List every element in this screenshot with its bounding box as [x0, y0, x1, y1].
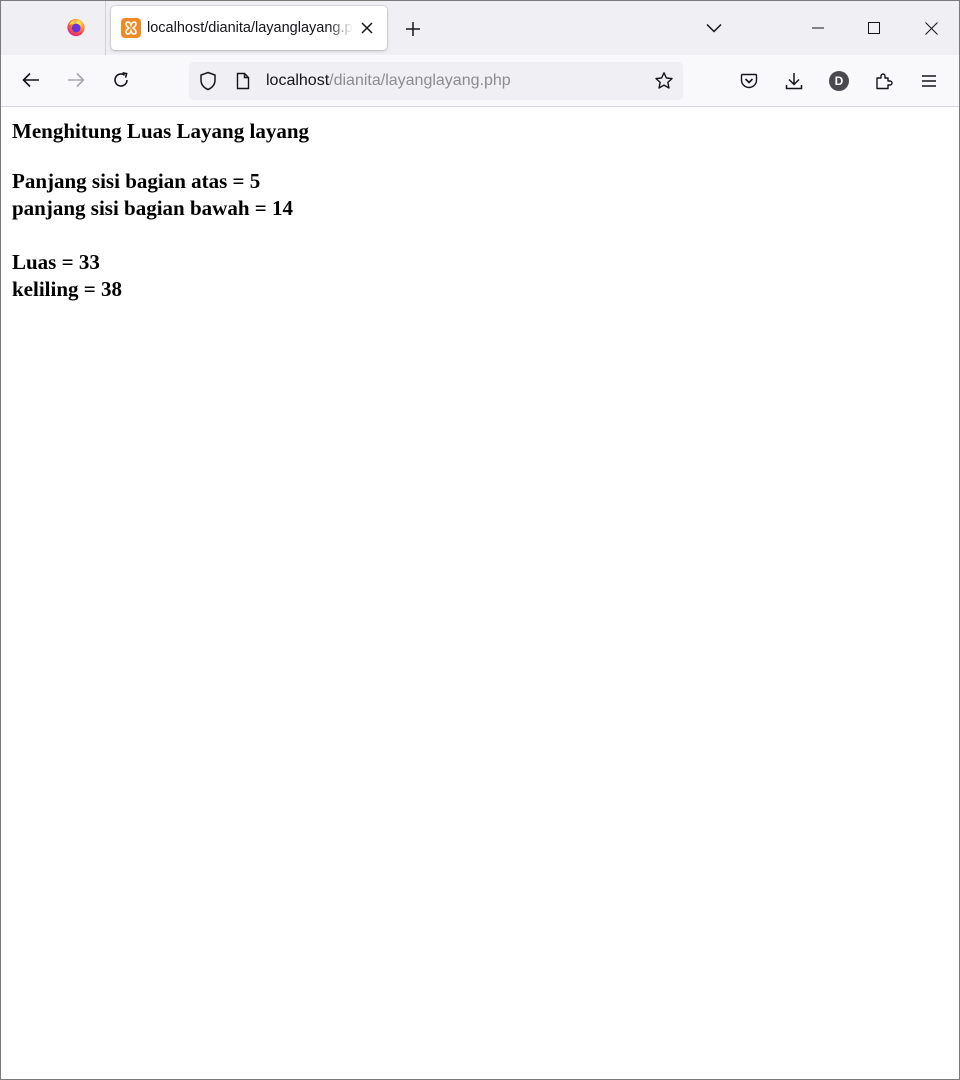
tab-title: localhost/dianita/layanglayang.php — [147, 20, 353, 36]
maximize-icon — [868, 22, 880, 34]
pocket-icon — [740, 73, 758, 89]
download-icon — [785, 73, 803, 90]
back-button[interactable] — [15, 64, 47, 96]
arrow-right-icon — [68, 72, 85, 88]
menu-icon — [922, 75, 936, 87]
shield-icon — [200, 71, 216, 91]
perimeter-result: keliling = 38 — [12, 277, 122, 301]
tab-close-button[interactable] — [357, 18, 377, 38]
site-info-button[interactable] — [233, 70, 253, 92]
reload-button[interactable] — [105, 64, 137, 96]
chevron-down-icon — [706, 23, 722, 33]
tab-active[interactable]: localhost/dianita/layanglayang.php — [111, 6, 387, 50]
window-maximize-button[interactable] — [846, 1, 902, 55]
browser-window: localhost/dianita/layanglayang.php local… — [0, 0, 960, 1080]
list-all-tabs-button[interactable] — [699, 13, 729, 43]
arrow-left-icon — [22, 72, 39, 88]
address-bar[interactable]: localhost/dianita/layanglayang.php — [189, 62, 683, 100]
url-host: localhost — [266, 72, 330, 89]
firefox-view-button[interactable] — [53, 7, 99, 51]
bookmark-button[interactable] — [653, 70, 675, 92]
extensions-icon — [876, 73, 893, 90]
page-heading: Menghitung Luas Layang layang — [12, 119, 309, 143]
close-icon — [361, 22, 373, 34]
window-minimize-button[interactable] — [790, 1, 846, 55]
navigation-toolbar: localhost/dianita/layanglayang.php D — [1, 55, 959, 107]
url-text[interactable]: localhost/dianita/layanglayang.php — [266, 71, 511, 91]
pocket-button[interactable] — [733, 65, 765, 97]
top-side-length: Panjang sisi bagian atas = 5 — [12, 169, 261, 193]
plus-icon — [406, 22, 420, 36]
tab-strip: localhost/dianita/layanglayang.php — [1, 1, 959, 55]
reload-icon — [114, 72, 128, 87]
window-close-button[interactable] — [903, 1, 959, 55]
new-tab-button[interactable] — [397, 13, 429, 45]
account-button[interactable]: D — [823, 65, 855, 97]
minimize-icon — [812, 27, 824, 29]
tracking-protection-button[interactable] — [197, 70, 219, 92]
close-icon — [924, 21, 938, 35]
page-icon — [236, 72, 250, 90]
star-icon — [655, 72, 673, 89]
bottom-side-length: panjang sisi bagian bawah = 14 — [12, 196, 293, 220]
account-icon: D — [829, 71, 849, 91]
forward-button[interactable] — [60, 64, 92, 96]
xampp-favicon-icon — [121, 18, 141, 38]
page-content: Menghitung Luas Layang layang Panjang si… — [1, 107, 959, 1079]
tab-separator — [105, 1, 106, 55]
url-path: /dianita/layanglayang.php — [329, 72, 511, 89]
app-menu-button[interactable] — [913, 65, 945, 97]
downloads-button[interactable] — [778, 65, 810, 97]
area-result: Luas = 33 — [12, 250, 100, 274]
firefox-logo-icon — [66, 17, 86, 42]
extensions-button[interactable] — [868, 65, 900, 97]
